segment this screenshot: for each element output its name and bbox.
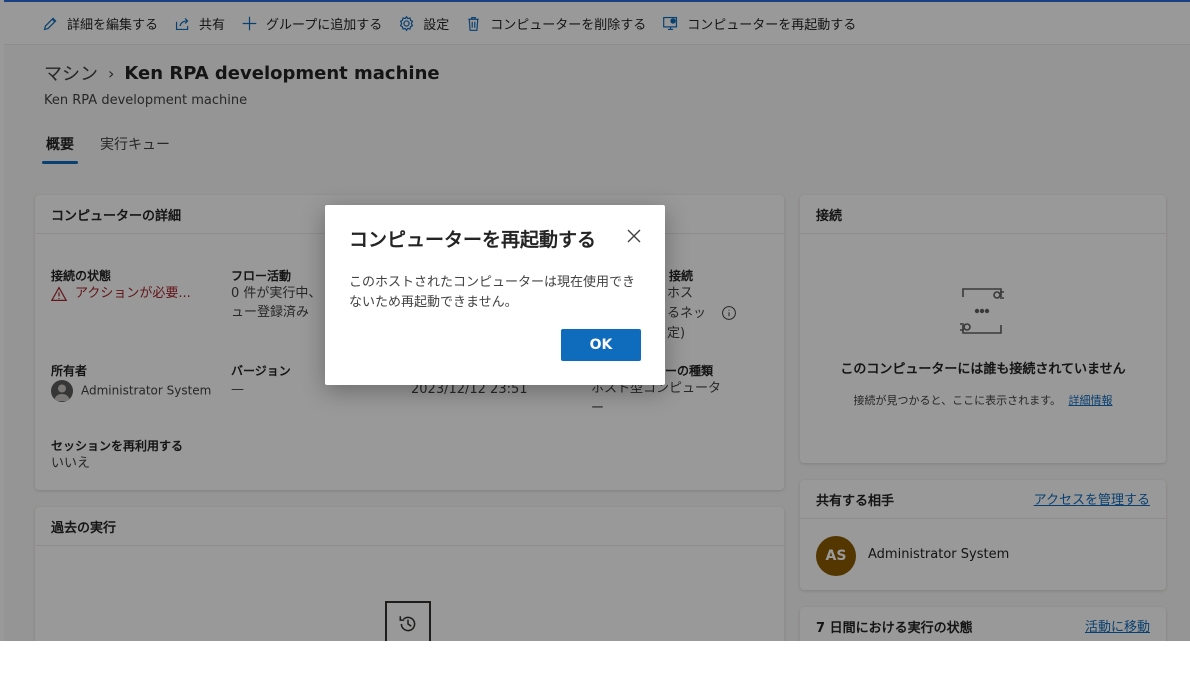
dialog-message: このホストされたコンピューターは現在使用できないため再起動できません。 (349, 275, 636, 310)
dialog-title: コンピューターを再起動する (349, 229, 597, 251)
ok-button[interactable]: OK (561, 329, 641, 361)
bottom-blank-area (0, 641, 1190, 677)
restart-computer-dialog: コンピューターを再起動する このホストされたコンピューターは現在使用できないため… (325, 205, 665, 385)
close-icon[interactable] (625, 227, 643, 245)
